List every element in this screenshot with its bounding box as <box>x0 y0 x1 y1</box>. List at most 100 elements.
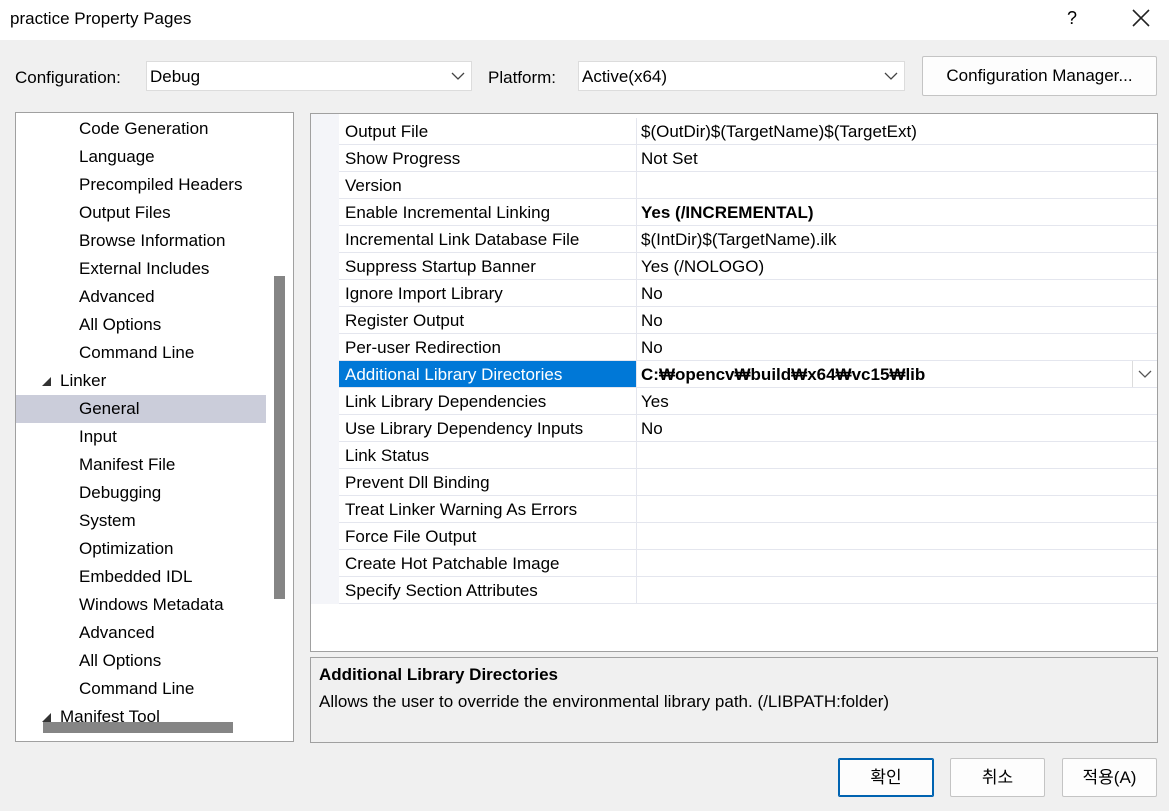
tree-item[interactable]: Input <box>16 423 266 451</box>
property-row[interactable]: Suppress Startup Banner Yes (/NOLOGO) <box>339 253 1157 280</box>
property-name: Use Library Dependency Inputs <box>339 415 637 441</box>
tree-item-label: External Includes <box>79 259 210 278</box>
property-name: Version <box>339 172 637 198</box>
close-icon <box>1132 9 1150 27</box>
tree-item[interactable]: Windows Metadata <box>16 591 266 619</box>
tree-item-label: Precompiled Headers <box>79 175 243 194</box>
property-name: Enable Incremental Linking <box>339 199 637 225</box>
property-value: Yes (/INCREMENTAL) <box>641 203 814 222</box>
tree-item[interactable]: Output Files <box>16 199 266 227</box>
property-row[interactable]: Register Output No <box>339 307 1157 334</box>
chevron-down-icon <box>884 72 898 80</box>
close-button[interactable] <box>1127 3 1155 33</box>
tree-item[interactable]: Embedded IDL <box>16 563 266 591</box>
property-name: Treat Linker Warning As Errors <box>339 496 637 522</box>
tree-item-label: Windows Metadata <box>79 595 224 614</box>
horizontal-scrollbar-thumb[interactable] <box>43 722 233 733</box>
property-row[interactable]: Specify Section Attributes <box>339 577 1157 604</box>
property-value: No <box>641 311 663 330</box>
configuration-dropdown[interactable]: Debug <box>146 61 472 91</box>
property-value[interactable]: C:₩opencv₩build₩x64₩vc15₩lib <box>641 361 925 388</box>
property-row[interactable]: Incremental Link Database File $(IntDir)$… <box>339 226 1157 253</box>
tree-item-label: Advanced <box>79 287 155 306</box>
tree-item-label: Code Generation <box>79 119 209 138</box>
tree-item[interactable]: Linker <box>16 367 266 395</box>
property-row[interactable]: Version <box>339 172 1157 199</box>
tree-item[interactable]: Language <box>16 143 266 171</box>
value-dropdown-button[interactable] <box>1132 361 1156 387</box>
tree-item-label: Command Line <box>79 679 195 698</box>
tree-item-label: Language <box>79 147 155 166</box>
vertical-scrollbar-thumb[interactable] <box>274 276 285 599</box>
grid-gutter <box>311 114 339 604</box>
tree-item[interactable]: System <box>16 507 266 535</box>
property-value: Yes (/NOLOGO) <box>641 257 765 276</box>
description-title: Additional Library Directories <box>319 665 558 684</box>
property-name: Link Library Dependencies <box>339 388 637 414</box>
expand-arrow-icon[interactable] <box>42 377 51 386</box>
property-row[interactable]: Use Library Dependency Inputs No <box>339 415 1157 442</box>
tree-item-label: Manifest File <box>79 455 176 474</box>
property-row[interactable]: Link Status <box>339 442 1157 469</box>
ok-button[interactable]: 확인 <box>838 758 934 797</box>
property-row[interactable]: Ignore Import Library No <box>339 280 1157 307</box>
property-value: $(IntDir)$(TargetName).ilk <box>641 230 837 249</box>
tree-item[interactable]: Debugging <box>16 479 266 507</box>
tree-item[interactable]: Browse Information <box>16 227 266 255</box>
tree-item-label: All Options <box>79 651 162 670</box>
property-row[interactable]: Additional Library Directories C:₩opencv₩… <box>339 361 1157 388</box>
property-row[interactable]: Create Hot Patchable Image <box>339 550 1157 577</box>
apply-button[interactable]: 적용(A) <box>1062 758 1157 797</box>
platform-value: Active(x64) <box>582 67 668 86</box>
configuration-manager-button[interactable]: Configuration Manager... <box>922 56 1157 96</box>
property-name: Show Progress <box>339 145 637 171</box>
tree-item[interactable]: Advanced <box>16 619 266 647</box>
property-row[interactable]: Show Progress Not Set <box>339 145 1157 172</box>
property-row[interactable]: Link Library Dependencies Yes <box>339 388 1157 415</box>
tree-item-label: All Options <box>79 315 162 334</box>
property-row[interactable]: Enable Incremental Linking Yes (/INCREMEN… <box>339 199 1157 226</box>
property-value: Yes <box>641 392 669 411</box>
expand-arrow-icon[interactable] <box>42 713 51 722</box>
property-value: No <box>641 419 663 438</box>
property-row[interactable]: Prevent Dll Binding <box>339 469 1157 496</box>
tree-item[interactable]: Manifest File <box>16 451 266 479</box>
platform-label: Platform: <box>488 68 557 87</box>
tree-item[interactable]: General <box>16 395 266 423</box>
tree-item[interactable]: All Options <box>16 311 266 339</box>
property-value: Not Set <box>641 149 698 168</box>
tree-item-label: General <box>79 399 140 418</box>
property-row[interactable]: Force File Output <box>339 523 1157 550</box>
tree-item[interactable]: All Options <box>16 647 266 675</box>
property-name: Output File <box>339 118 637 144</box>
title-bar: practice Property Pages ? <box>0 0 1169 40</box>
tree-item[interactable]: Precompiled Headers <box>16 171 266 199</box>
tree-item[interactable]: External Includes <box>16 255 266 283</box>
tree-item[interactable]: Advanced <box>16 283 266 311</box>
tree-item-label: Browse Information <box>79 231 226 250</box>
platform-dropdown[interactable]: Active(x64) <box>578 61 905 91</box>
property-name: Register Output <box>339 307 637 333</box>
configuration-label: Configuration: <box>15 68 121 87</box>
property-name: Incremental Link Database File <box>339 226 637 252</box>
cancel-button[interactable]: 취소 <box>950 758 1045 797</box>
tree-item-label: Output Files <box>79 203 171 222</box>
tree-item[interactable]: Code Generation <box>16 115 266 143</box>
property-row[interactable]: Per-user Redirection No <box>339 334 1157 361</box>
tree-item-label: Linker <box>60 371 107 390</box>
tree-item[interactable]: Command Line <box>16 675 266 703</box>
property-name: Additional Library Directories <box>339 361 637 387</box>
tree-item[interactable]: Optimization <box>16 535 266 563</box>
property-tree: Code Generation Language Precompiled Heade… <box>15 112 294 742</box>
description-text: Allows the user to override the environm… <box>319 692 890 711</box>
property-value: $(OutDir)$(TargetName)$(TargetExt) <box>641 122 917 141</box>
property-row[interactable]: Output File $(OutDir)$(TargetName)$(Targe… <box>339 118 1157 145</box>
configuration-value: Debug <box>150 67 201 86</box>
tree-item-label: Advanced <box>79 623 155 642</box>
property-name: Suppress Startup Banner <box>339 253 637 279</box>
property-row[interactable]: Treat Linker Warning As Errors <box>339 496 1157 523</box>
help-button[interactable]: ? <box>1060 4 1084 32</box>
tree-item[interactable]: Command Line <box>16 339 266 367</box>
property-name: Per-user Redirection <box>339 334 637 360</box>
property-name: Create Hot Patchable Image <box>339 550 637 576</box>
